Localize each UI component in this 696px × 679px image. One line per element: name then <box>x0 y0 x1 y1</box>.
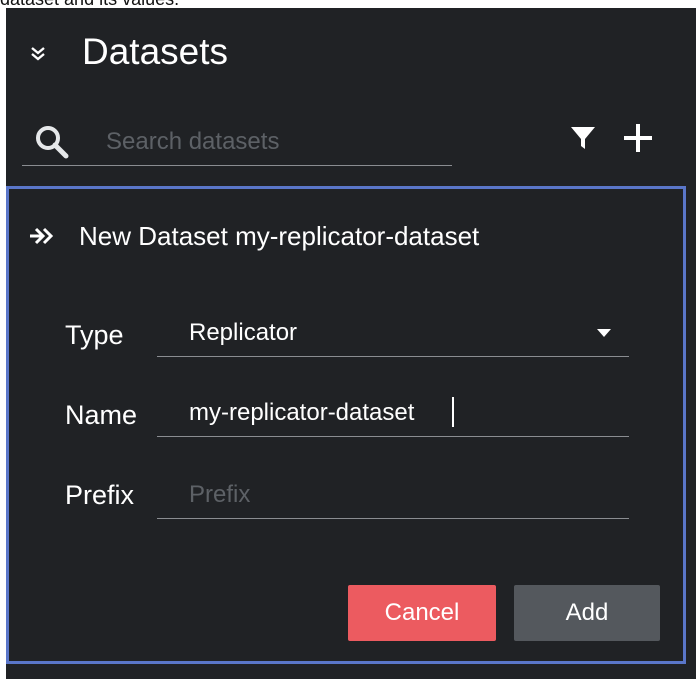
chevron-double-down-icon[interactable] <box>28 44 48 64</box>
type-value: Replicator <box>189 319 298 346</box>
caret-down-icon <box>597 329 611 337</box>
name-field[interactable]: my-replicator-dataset <box>157 387 629 437</box>
name-value: my-replicator-dataset <box>189 399 415 426</box>
type-label: Type <box>65 320 124 350</box>
form-header: New Dataset my-replicator-dataset <box>29 213 479 259</box>
add-button[interactable]: Add <box>514 585 660 641</box>
caption-text: dataset and its values. <box>0 0 696 8</box>
search-icon <box>36 126 69 159</box>
filter-icon[interactable] <box>570 125 596 151</box>
type-select[interactable]: Replicator <box>157 307 629 357</box>
double-arrow-right-icon <box>30 227 54 245</box>
page-title: Datasets <box>82 31 229 72</box>
prefix-input[interactable] <box>189 477 609 513</box>
cancel-button[interactable]: Cancel <box>348 585 496 641</box>
form-title: New Dataset my-replicator-dataset <box>79 221 480 251</box>
datasets-panel: Datasets New Dataset my-replicator-datas… <box>6 8 696 679</box>
plus-icon[interactable] <box>621 121 655 155</box>
new-dataset-form: New Dataset my-replicator-dataset Type R… <box>6 186 686 664</box>
search-input[interactable] <box>106 122 446 162</box>
search-bar <box>22 114 452 166</box>
prefix-label: Prefix <box>65 480 135 510</box>
text-cursor <box>452 397 454 427</box>
prefix-field-wrap <box>157 469 629 519</box>
panel-header: Datasets <box>6 8 696 92</box>
name-label: Name <box>65 400 138 430</box>
